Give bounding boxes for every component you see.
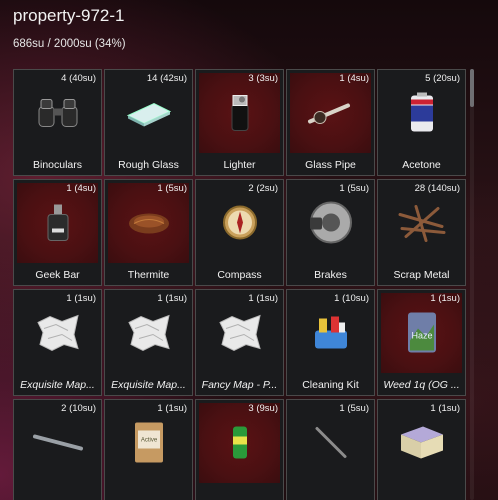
item-quantity: 4 (40su) [61, 73, 96, 84]
item-quantity: 1 (1su) [66, 293, 96, 304]
item-quantity: 1 (5su) [339, 403, 369, 414]
item-quantity: 1 (1su) [430, 403, 460, 414]
item-label: Rough Glass [118, 159, 179, 171]
inventory-slot-rough-glass[interactable]: 14 (42su) Rough Glass [104, 69, 193, 176]
svg-text:Active: Active [140, 438, 157, 444]
energy-can-icon [230, 425, 250, 466]
item-label: Lighter [223, 159, 256, 171]
acetone-can-icon [405, 92, 439, 139]
item-label: Brakes [314, 269, 347, 281]
glass-sheet-icon [124, 98, 174, 133]
inventory-slot-weed-1q-og[interactable]: 1 (1su) Haze Weed 1q (OG ... [377, 289, 466, 396]
item-label: Compass [217, 269, 262, 281]
item-quantity: 1 (10su) [334, 293, 369, 304]
inventory-slot-glass-pipe[interactable]: 1 (4su) Glass Pipe [286, 69, 375, 176]
item-quantity: 1 (1su) [248, 293, 278, 304]
item-label: Exquisite Map... [111, 379, 186, 391]
item-quantity: 1 (4su) [66, 183, 96, 194]
inventory-title: property-972-1 [13, 6, 125, 25]
item-quantity: 1 (5su) [339, 183, 369, 194]
item-label: Weed 1q (OG ... [383, 379, 460, 391]
inventory-slot-fancy-map-p[interactable]: 1 (1su) Fancy Map - P... [195, 289, 284, 396]
weed-bag-icon: Haze [404, 311, 440, 360]
inventory-slot-cleaning-kit[interactable]: 1 (10su) Cleaning Kit [286, 289, 375, 396]
thermite-icon [126, 208, 172, 243]
inventory-slot-exquisite-map[interactable]: 1 (1su) Exquisite Map... [13, 289, 102, 396]
item-label: Scrap Metal [393, 269, 450, 281]
item-quantity: 1 (5su) [157, 183, 187, 194]
inventory-slot-lighter[interactable]: 3 (3su) Lighter [195, 69, 284, 176]
svg-text:Haze: Haze [411, 331, 432, 341]
yeast-bag-icon: Active [132, 421, 166, 470]
inventory-slot-acetone[interactable]: 5 (20su) Acetone [377, 69, 466, 176]
inventory-slot-binoculars[interactable]: 4 (40su) Binoculars [13, 69, 102, 176]
scrap-metal-icon [396, 203, 448, 248]
item-quantity: 28 (140su) [414, 183, 460, 194]
item-quantity: 5 (20su) [425, 73, 460, 84]
inventory-slot-item-15[interactable]: 2 (10su) [13, 399, 102, 500]
item-quantity: 2 (2su) [248, 183, 278, 194]
vape-icon [43, 203, 73, 248]
glass-pipe-icon [304, 98, 358, 133]
inventory-slot-compass[interactable]: 2 (2su) Compass [195, 179, 284, 286]
item-quantity: 1 (1su) [157, 293, 187, 304]
cleaning-kit-icon [309, 313, 353, 358]
item-label: Glass Pipe [305, 159, 356, 171]
brake-disc-icon [308, 200, 354, 251]
item-label: Exquisite Map... [20, 379, 95, 391]
item-label: Acetone [402, 159, 441, 171]
inventory-weight: 686su / 2000su (34%) [13, 38, 126, 50]
inventory-slot-geek-bar[interactable]: 1 (4su) Geek Bar [13, 179, 102, 286]
item-label: Fancy Map - P... [201, 379, 278, 391]
item-quantity: 14 (42su) [146, 73, 187, 84]
inventory-slot-item-19[interactable]: 1 (1su) [377, 399, 466, 500]
box-icon [397, 425, 447, 466]
item-quantity: 1 (1su) [430, 293, 460, 304]
inventory-slot-brakes[interactable]: 1 (5su) Brakes [286, 179, 375, 286]
map-icon [34, 313, 82, 358]
item-label: Thermite [127, 269, 170, 281]
item-quantity: 3 (3su) [248, 73, 278, 84]
item-quantity: 2 (10su) [61, 403, 96, 414]
rod-icon [31, 431, 85, 460]
item-quantity: 1 (4su) [339, 73, 369, 84]
map-icon [216, 313, 264, 358]
scrollbar-thumb[interactable] [470, 69, 474, 107]
item-label: Cleaning Kit [302, 379, 359, 391]
map-icon [125, 313, 173, 358]
inventory-slot-item-18[interactable]: 1 (5su) [286, 399, 375, 500]
inventory-slot-item-16[interactable]: 1 (1su) Active [104, 399, 193, 500]
inventory-slot-item-17[interactable]: 3 (9su) [195, 399, 284, 500]
item-quantity: 1 (1su) [157, 403, 187, 414]
inventory-grid: 4 (40su) Binoculars 14 (42su) Rough Glass 3 … [13, 69, 466, 500]
item-label: Geek Bar [35, 269, 80, 281]
compass-icon [221, 204, 259, 247]
binoculars-icon [36, 97, 80, 134]
lighter-icon [229, 93, 251, 138]
inventory-slot-thermite[interactable]: 1 (5su) Thermite [104, 179, 193, 286]
inventory-slot-exquisite-map[interactable]: 1 (1su) Exquisite Map... [104, 289, 193, 396]
stick-icon [311, 423, 351, 468]
inventory-slot-scrap-metal[interactable]: 28 (140su) Scrap Metal [377, 179, 466, 286]
scrollbar[interactable] [470, 69, 474, 500]
item-quantity: 3 (9su) [248, 403, 278, 414]
item-label: Binoculars [32, 159, 83, 171]
